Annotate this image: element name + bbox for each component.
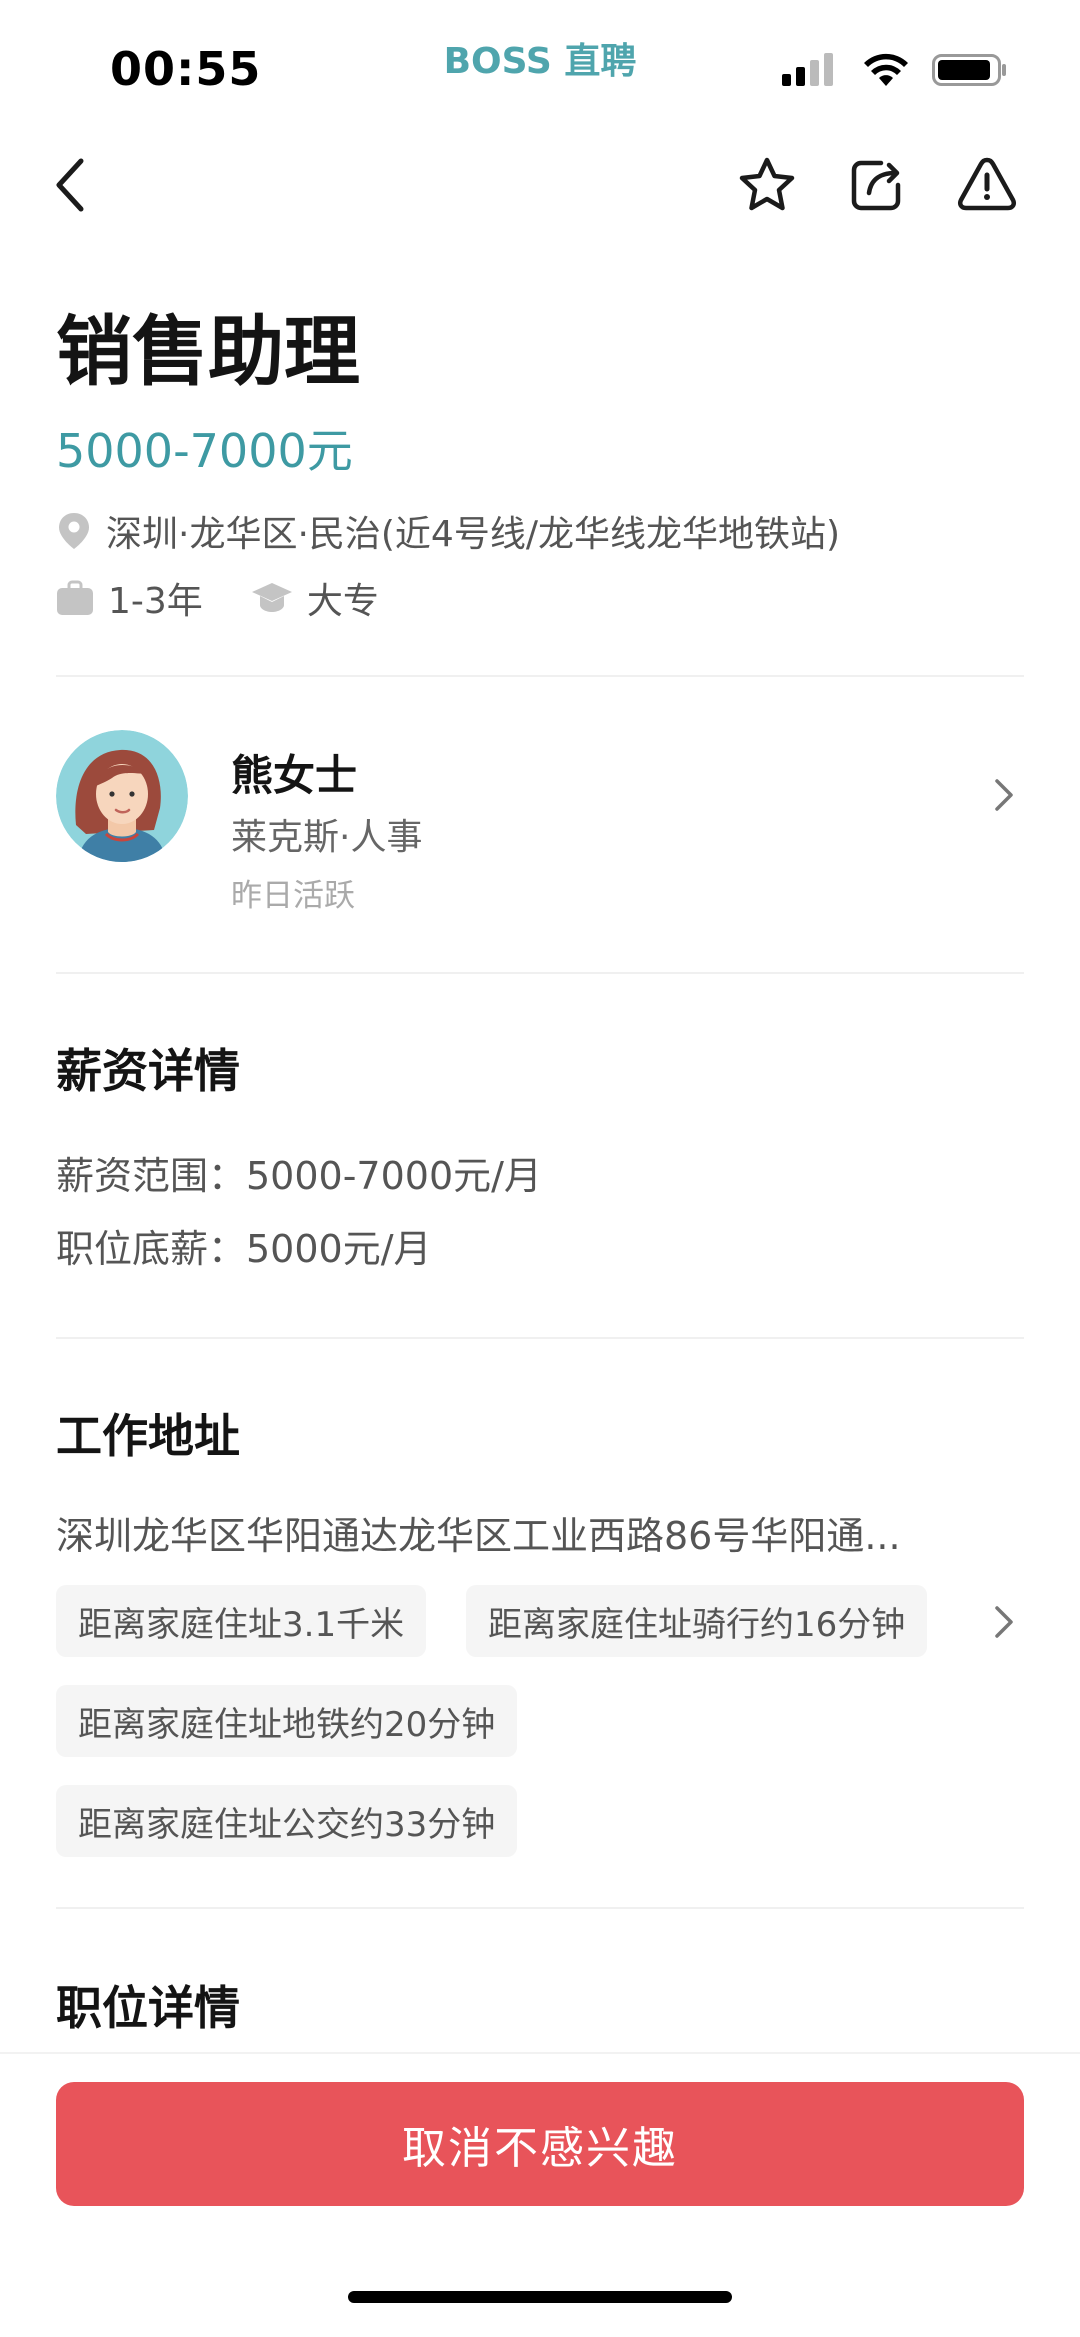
job-details-title: 职位详情 bbox=[56, 1981, 240, 2035]
commute-tag: 距离家庭住址地铁约20分钟 bbox=[56, 1685, 518, 1757]
recruiter-chevron bbox=[984, 775, 1024, 815]
bottom-bar: 取消不感兴趣 bbox=[0, 2052, 1080, 2337]
job-location: 深圳·龙华区·民治(近4号线/龙华线龙华地铁站) bbox=[106, 514, 841, 555]
report-icon bbox=[957, 157, 1017, 211]
recruiter-company: 莱克斯·人事 bbox=[231, 817, 423, 858]
recruiter-card[interactable]: 熊女士 莱克斯·人事 昨日活跃 bbox=[56, 730, 1024, 930]
location-pin-icon bbox=[59, 513, 89, 549]
salary-details-title: 薪资详情 bbox=[56, 1044, 240, 1098]
job-title: 销售助理 bbox=[56, 307, 360, 396]
share-icon bbox=[851, 160, 901, 211]
base-salary: 职位底薪：5000元/月 bbox=[56, 1227, 432, 1271]
share-button[interactable] bbox=[842, 150, 912, 220]
back-icon bbox=[56, 158, 84, 212]
commute-tag: 距离家庭住址骑行约16分钟 bbox=[466, 1585, 928, 1657]
job-salary: 5000-7000元 bbox=[56, 424, 353, 478]
salary-range: 薪资范围：5000-7000元/月 bbox=[56, 1154, 542, 1198]
recruiter-name: 熊女士 bbox=[231, 751, 358, 800]
location-row: 深圳·龙华区·民治(近4号线/龙华线龙华地铁站) bbox=[56, 505, 840, 557]
chevron-right-icon bbox=[995, 779, 1013, 811]
status-icons bbox=[782, 52, 1008, 92]
divider bbox=[56, 1337, 1024, 1339]
status-bar: 00:55 BOSS 直聘 bbox=[0, 0, 1080, 130]
nav-bar bbox=[0, 130, 1080, 240]
work-address[interactable]: 深圳龙华区华阳通达龙华区工业西路86号华阳通... bbox=[56, 1505, 986, 1560]
commute-tag: 距离家庭住址公交约33分钟 bbox=[56, 1785, 518, 1857]
work-address-title: 工作地址 bbox=[56, 1409, 240, 1463]
divider bbox=[56, 1907, 1024, 1909]
star-icon bbox=[739, 157, 795, 211]
signal-icon bbox=[782, 52, 840, 92]
job-detail-page: 00:55 BOSS 直聘 销售助理 5000-7000元 深圳·龙华区·民治(… bbox=[0, 0, 1080, 2337]
cancel-not-interested-button[interactable]: 取消不感兴趣 bbox=[56, 2082, 1024, 2206]
back-button[interactable] bbox=[36, 150, 106, 220]
commute-expand-button[interactable] bbox=[984, 1602, 1024, 1642]
avatar bbox=[56, 730, 188, 862]
favorite-button[interactable] bbox=[732, 150, 802, 220]
graduation-cap-icon bbox=[251, 583, 292, 612]
job-experience: 1-3年 bbox=[108, 581, 203, 622]
briefcase-icon bbox=[57, 580, 93, 615]
chevron-right-icon bbox=[995, 1606, 1013, 1638]
home-indicator bbox=[348, 2291, 732, 2303]
divider bbox=[56, 972, 1024, 974]
divider bbox=[56, 675, 1024, 677]
battery-icon bbox=[932, 52, 1008, 92]
requirements-row: 1-3年 大专 bbox=[56, 572, 379, 624]
recruiter-active-status: 昨日活跃 bbox=[231, 878, 355, 914]
job-education: 大专 bbox=[306, 581, 379, 622]
report-button[interactable] bbox=[952, 150, 1022, 220]
commute-tag: 距离家庭住址3.1千米 bbox=[56, 1585, 427, 1657]
wifi-icon bbox=[862, 52, 910, 92]
